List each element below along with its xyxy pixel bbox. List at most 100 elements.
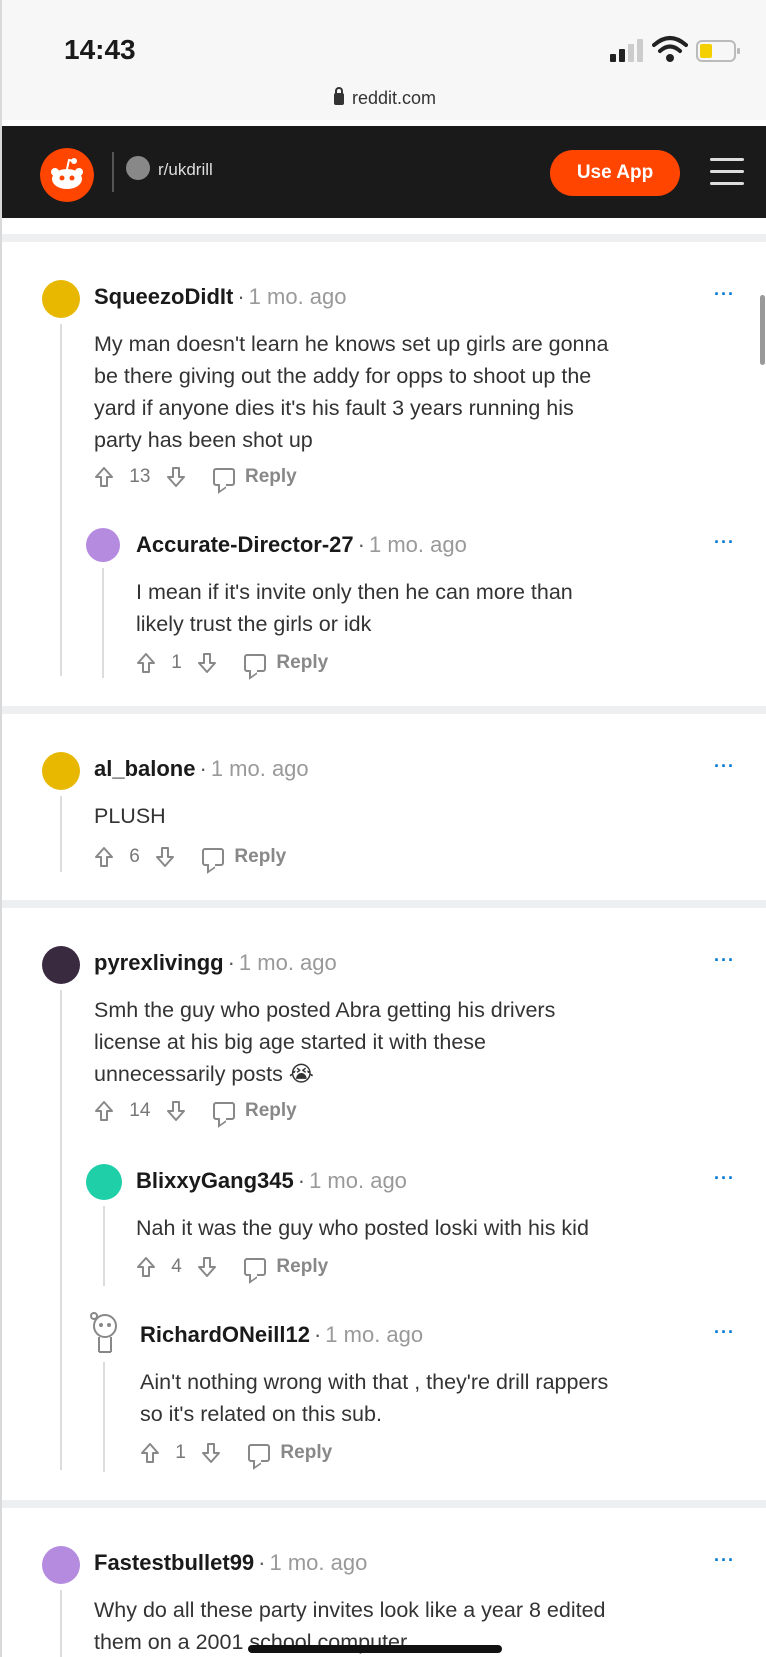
username[interactable]: Accurate-Director-27	[136, 532, 354, 557]
reddit-mobile-page: 14:43 reddit.com r/ukdrill Use App Squee…	[0, 0, 766, 1657]
comment-header: Accurate-Director-27 · 1 mo. ago	[136, 532, 467, 557]
comment-body: My man doesn't learn he knows set up gir…	[94, 332, 609, 452]
thread-line[interactable]	[60, 796, 62, 872]
timestamp: 1 mo. ago	[269, 1550, 368, 1575]
comment-separator	[2, 234, 766, 242]
reply-button[interactable]: Reply	[280, 1442, 332, 1464]
vote-count: 1	[175, 1442, 186, 1463]
upvote-icon[interactable]	[94, 466, 114, 488]
home-indicator[interactable]	[248, 1645, 502, 1653]
username[interactable]: SqueezoDidIt	[94, 284, 233, 309]
upvote-icon[interactable]	[140, 1442, 160, 1464]
timestamp: 1 mo. ago	[238, 950, 337, 975]
downvote-icon[interactable]	[155, 846, 175, 868]
avatar[interactable]	[86, 1164, 122, 1200]
timestamp: 1 mo. ago	[325, 1322, 424, 1347]
reply-icon[interactable]	[212, 1102, 235, 1120]
downvote-icon[interactable]	[166, 466, 186, 488]
comment-separator	[2, 1500, 766, 1508]
thread-line[interactable]	[60, 1590, 62, 1657]
thread-line[interactable]	[60, 990, 62, 1470]
lock-icon	[333, 87, 344, 105]
avatar[interactable]	[42, 280, 80, 318]
more-options-icon[interactable]: ···	[714, 1550, 735, 1571]
comment-body: PLUSH	[94, 804, 166, 828]
header-divider	[112, 152, 114, 192]
comment-actions: 1 Reply	[136, 652, 328, 682]
hamburger-menu-icon[interactable]	[710, 156, 744, 188]
comment-header: Fastestbullet99 · 1 mo. ago	[94, 1550, 368, 1575]
avatar[interactable]	[42, 752, 80, 790]
thread-line[interactable]	[103, 1206, 105, 1286]
avatar-snoo-icon[interactable]	[86, 1312, 124, 1356]
avatar[interactable]	[42, 1546, 80, 1584]
username[interactable]: Fastestbullet99	[94, 1550, 254, 1575]
status-time: 14:43	[64, 34, 136, 65]
upvote-icon[interactable]	[94, 1100, 114, 1122]
reply-button[interactable]: Reply	[276, 652, 328, 674]
downvote-icon[interactable]	[166, 1100, 186, 1122]
vote-count: 13	[129, 466, 151, 487]
wifi-icon	[652, 36, 688, 62]
comment-actions: 4 Reply	[136, 1256, 328, 1286]
username[interactable]: BlixxyGang345	[136, 1168, 294, 1193]
comment-actions: 6 Reply	[94, 846, 286, 876]
timestamp: 1 mo. ago	[368, 532, 467, 557]
comment-separator	[2, 900, 766, 908]
comment-header: pyrexlivingg · 1 mo. ago	[94, 950, 337, 975]
reply-button[interactable]: Reply	[245, 1100, 297, 1122]
timestamp: 1 mo. ago	[248, 284, 347, 309]
more-options-icon[interactable]: ···	[714, 950, 735, 971]
username[interactable]: RichardONeill12	[140, 1322, 310, 1347]
reply-icon[interactable]	[244, 654, 267, 672]
reply-icon[interactable]	[248, 1444, 271, 1462]
url-bar[interactable]: reddit.com	[2, 87, 766, 109]
vote-count: 6	[129, 846, 140, 867]
more-options-icon[interactable]: ···	[714, 1322, 735, 1343]
signal-icon	[610, 36, 646, 62]
comment-header: RichardONeill12 · 1 mo. ago	[140, 1322, 424, 1347]
comment-header: BlixxyGang345 · 1 mo. ago	[136, 1168, 407, 1193]
upvote-icon[interactable]	[94, 846, 114, 868]
username[interactable]: al_balone	[94, 756, 195, 781]
reply-icon[interactable]	[244, 1258, 267, 1276]
reply-icon[interactable]	[212, 468, 235, 486]
thread-line[interactable]	[103, 1362, 105, 1472]
reply-button[interactable]: Reply	[245, 466, 297, 488]
timestamp: 1 mo. ago	[210, 756, 309, 781]
upvote-icon[interactable]	[136, 652, 156, 674]
thread-line[interactable]	[102, 568, 104, 678]
thread-line[interactable]	[60, 324, 62, 676]
more-options-icon[interactable]: ···	[714, 1168, 735, 1189]
comment-header: SqueezoDidIt · 1 mo. ago	[94, 284, 347, 309]
timestamp: 1 mo. ago	[309, 1168, 407, 1193]
avatar[interactable]	[42, 946, 80, 984]
reddit-logo-icon[interactable]	[40, 148, 94, 202]
username[interactable]: pyrexlivingg	[94, 950, 224, 975]
comment-body: Smh the guy who posted Abra getting his …	[94, 998, 556, 1086]
use-app-button[interactable]: Use App	[550, 150, 680, 196]
reply-icon[interactable]	[202, 848, 225, 866]
vote-count: 1	[171, 652, 182, 673]
more-options-icon[interactable]: ···	[714, 532, 735, 553]
subreddit-name[interactable]: r/ukdrill	[158, 160, 213, 180]
downvote-icon[interactable]	[197, 1256, 217, 1278]
vote-count: 14	[129, 1100, 151, 1121]
scrollbar[interactable]	[760, 295, 765, 365]
downvote-icon[interactable]	[197, 652, 217, 674]
comment-separator	[2, 706, 766, 714]
comment-actions: 14 Reply	[94, 1100, 297, 1130]
comment-body: Nah it was the guy who posted loski with…	[136, 1216, 589, 1240]
comment-body: I mean if it's invite only then he can m…	[136, 580, 573, 636]
reply-button[interactable]: Reply	[276, 1256, 328, 1278]
more-options-icon[interactable]: ···	[714, 756, 735, 777]
avatar[interactable]	[86, 528, 120, 562]
url-text: reddit.com	[351, 88, 437, 108]
comment-body: Ain't nothing wrong with that , they're …	[140, 1370, 609, 1426]
subreddit-icon[interactable]	[126, 156, 150, 180]
upvote-icon[interactable]	[136, 1256, 156, 1278]
reply-button[interactable]: Reply	[234, 846, 286, 868]
downvote-icon[interactable]	[201, 1442, 221, 1464]
comment-actions: 1 Reply	[140, 1442, 332, 1472]
more-options-icon[interactable]: ···	[714, 284, 735, 305]
